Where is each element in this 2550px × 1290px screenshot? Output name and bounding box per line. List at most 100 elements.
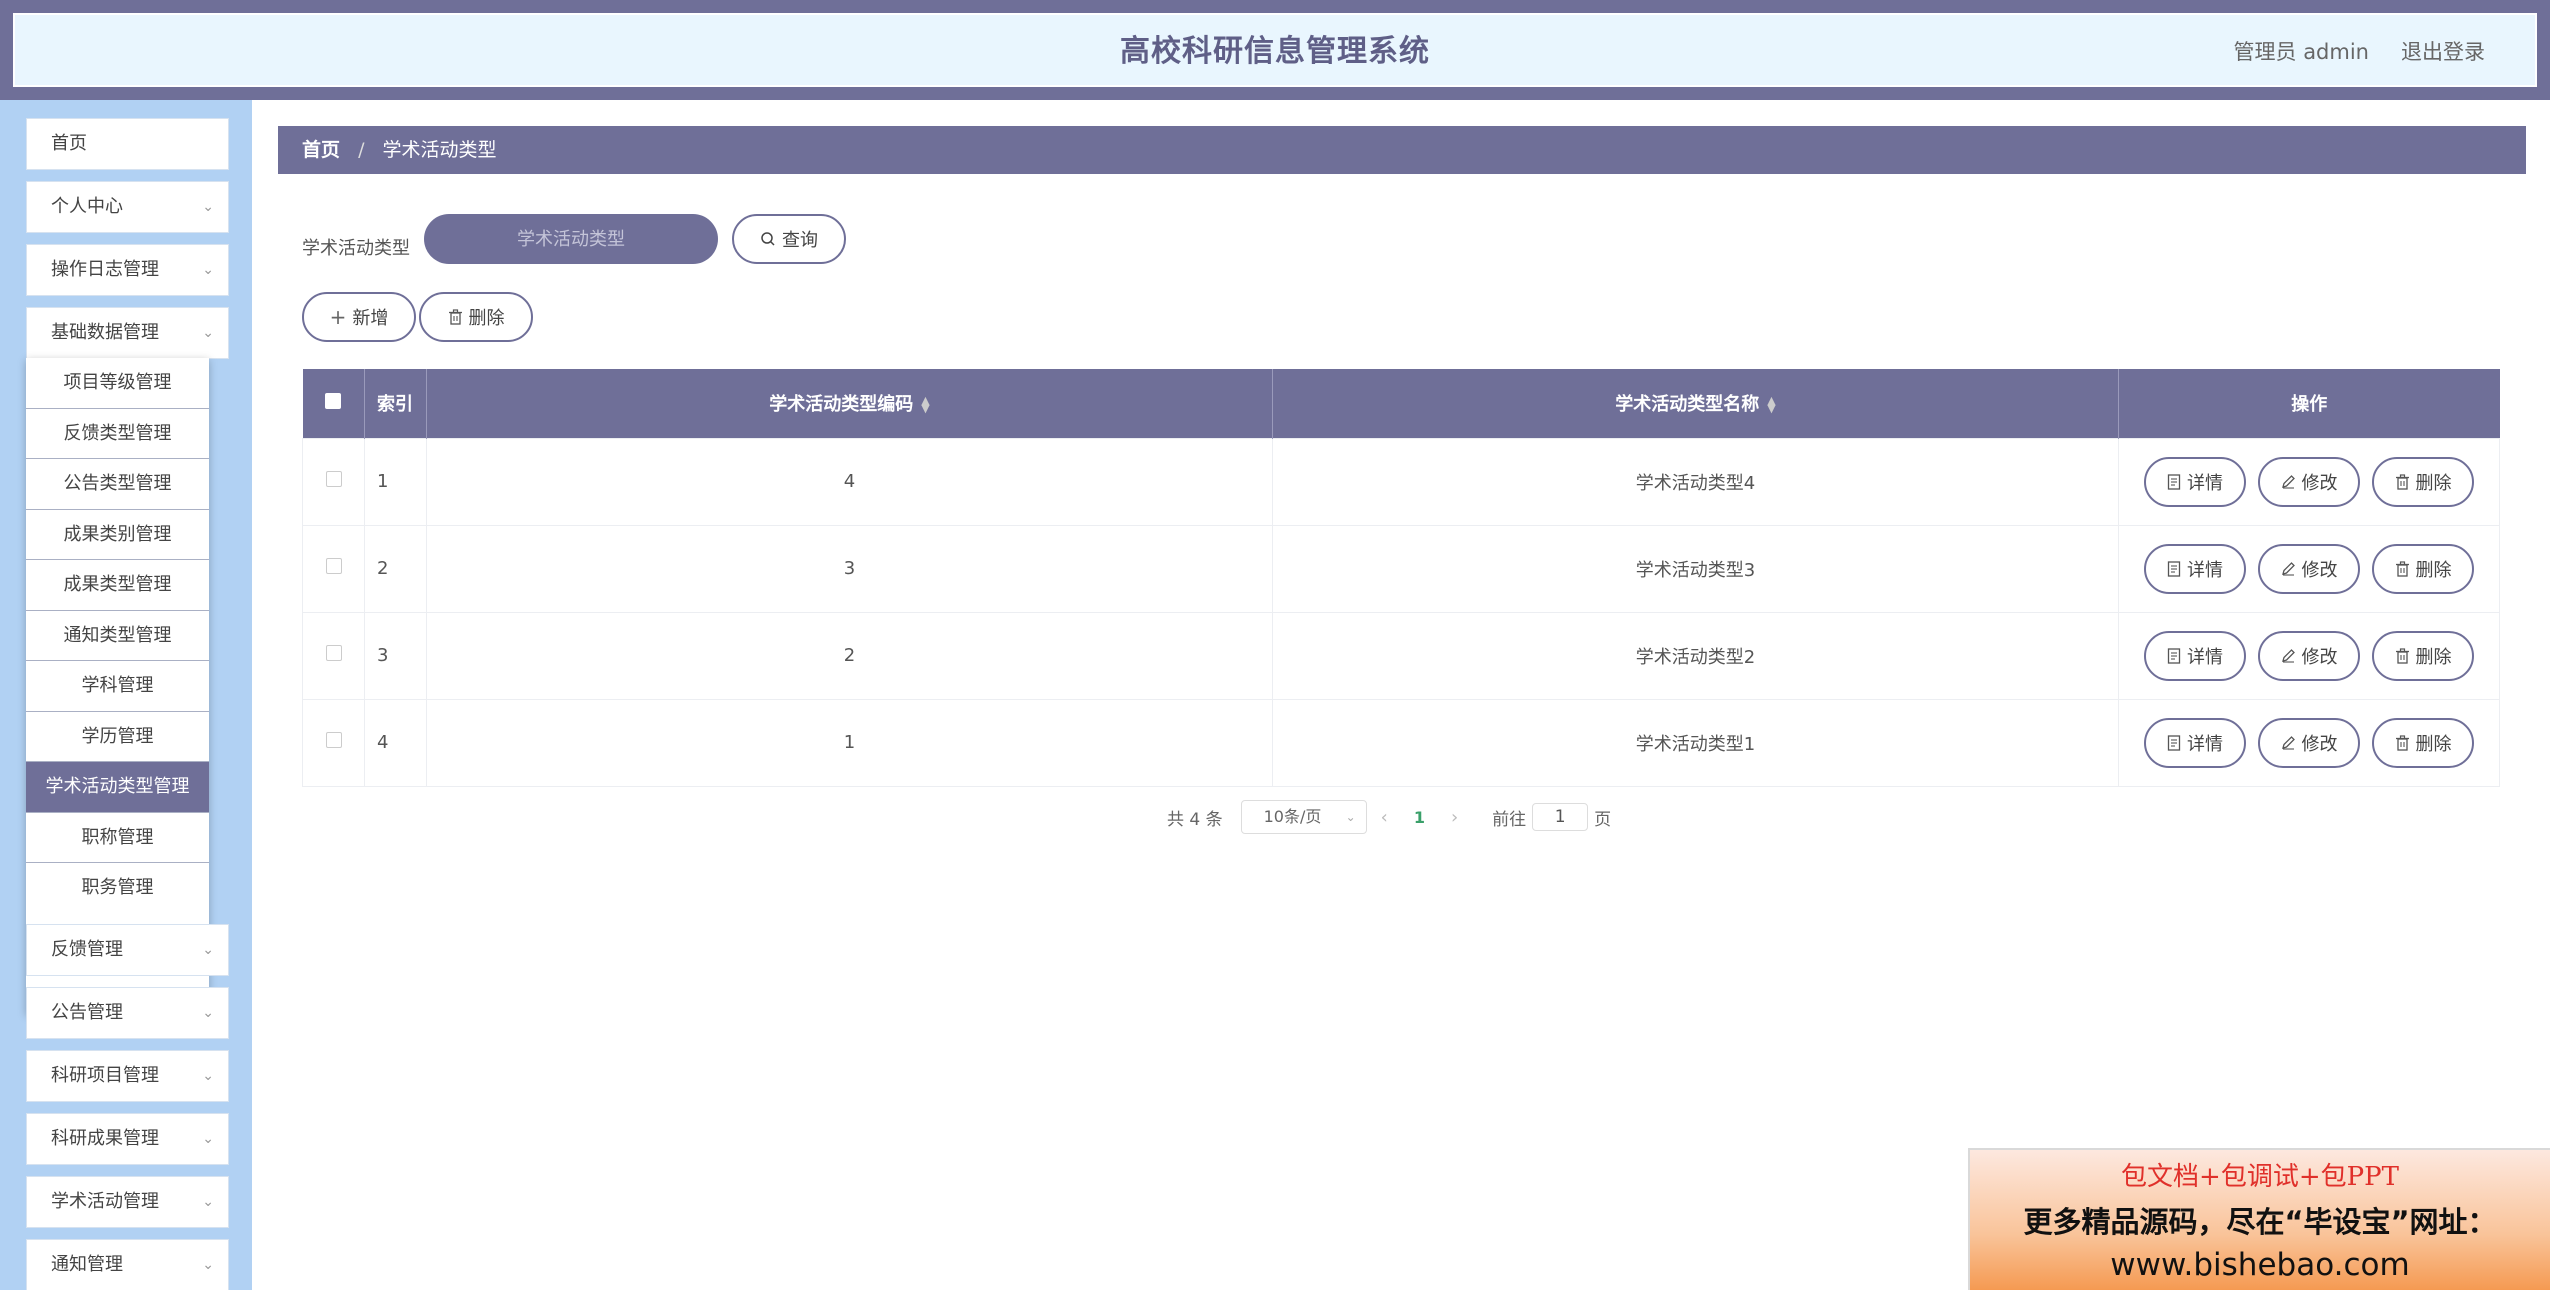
chevron-down-icon: ⌄ — [202, 1068, 214, 1084]
sidebar-item-label: 学术活动管理 — [51, 1191, 159, 1212]
chevron-down-icon: ⌄ — [202, 325, 214, 341]
edit-label: 修改 — [2301, 646, 2338, 668]
row-ops: 详情 修改 删除 — [2118, 698, 2500, 787]
col-name[interactable]: 学术活动类型名称 ▲ ▼ — [1272, 369, 2119, 438]
submenu-item-education[interactable]: 学历管理 — [26, 712, 209, 762]
submenu-item-achievement-type[interactable]: 成果类型管理 — [26, 560, 209, 611]
row-index: 3 — [364, 611, 427, 700]
sidebar-item-label: 科研项目管理 — [51, 1065, 159, 1086]
sidebar-item-label: 反馈管理 — [51, 939, 123, 960]
sort-icon: ▲ ▼ — [1767, 394, 1776, 416]
sidebar-item-basic-data[interactable]: 基础数据管理 ⌄ — [26, 307, 229, 359]
trash-icon — [2395, 734, 2409, 751]
sidebar-item-notification[interactable]: 通知管理 ⌄ — [26, 1239, 229, 1290]
col-code-label: 学术活动类型编码 — [769, 394, 914, 416]
document-icon — [2167, 473, 2181, 490]
add-button[interactable]: + 新增 — [302, 292, 416, 342]
ad-line-1: 包文档+包调试+包PPT — [2121, 1162, 2399, 1192]
row-index: 2 — [364, 524, 427, 613]
delete-label: 删除 — [2415, 472, 2452, 494]
submenu-item-project-level[interactable]: 项目等级管理 — [26, 358, 209, 409]
row-ops: 详情 修改 删除 — [2118, 437, 2500, 526]
delete-button[interactable]: 删除 — [2372, 456, 2474, 507]
delete-button[interactable]: 删除 — [2372, 717, 2474, 768]
col-index: 索引 — [364, 369, 427, 438]
table-header-row: 索引 学术活动类型编码 ▲ ▼ 学术活动类型名称 ▲ ▼ 操作 — [302, 369, 2500, 438]
chevron-down-icon: ⌄ — [202, 262, 214, 278]
plus-icon: + — [329, 305, 347, 329]
query-button[interactable]: 查询 — [732, 214, 846, 264]
row-checkbox[interactable] — [325, 645, 342, 661]
edit-button[interactable]: 修改 — [2258, 630, 2360, 681]
sidebar-item-academic-activity[interactable]: 学术活动管理 ⌄ — [26, 1176, 229, 1228]
submenu-item-feedback-type[interactable]: 反馈类型管理 — [26, 409, 209, 459]
submenu-item-position[interactable]: 职务管理 — [26, 863, 209, 914]
edit-icon — [2281, 562, 2295, 576]
batch-delete-button[interactable]: 删除 — [419, 292, 533, 342]
sidebar-item-operation-log[interactable]: 操作日志管理 ⌄ — [26, 244, 229, 296]
page-size-select[interactable]: 10条/页 ⌄ — [1240, 800, 1367, 834]
sidebar: 首页 个人中心 ⌄ 操作日志管理 ⌄ 基础数据管理 ⌄ 项目等级管理 反馈类型管… — [0, 100, 252, 1290]
next-page-icon[interactable]: › — [1451, 807, 1458, 828]
page-number[interactable]: 1 — [1414, 808, 1425, 827]
breadcrumb-home[interactable]: 首页 — [302, 139, 340, 161]
chevron-down-icon: ⌄ — [202, 1005, 214, 1021]
app-header: 高校科研信息管理系统 管理员 admin 退出登录 — [13, 13, 2537, 87]
sidebar-item-feedback[interactable]: 反馈管理 ⌄ — [26, 924, 229, 976]
edit-button[interactable]: 修改 — [2258, 456, 2360, 507]
row-checkbox[interactable] — [325, 558, 342, 574]
ad-banner: 包文档+包调试+包PPT 更多精品源码，尽在“毕设宝”网址： www.bishe… — [1968, 1148, 2550, 1290]
prev-page-icon[interactable]: ‹ — [1381, 807, 1388, 828]
row-checkbox[interactable] — [325, 732, 342, 748]
app-title: 高校科研信息管理系统 — [1120, 34, 1430, 69]
chevron-down-icon: ⌄ — [202, 199, 214, 215]
search-input[interactable] — [424, 214, 718, 264]
submenu-item-achievement-category[interactable]: 成果类别管理 — [26, 510, 209, 560]
trash-icon — [2395, 647, 2409, 664]
select-all-checkbox[interactable] — [325, 392, 342, 409]
row-checkbox[interactable] — [325, 471, 342, 487]
edit-button[interactable]: 修改 — [2258, 717, 2360, 768]
edit-label: 修改 — [2301, 472, 2338, 494]
col-code[interactable]: 学术活动类型编码 ▲ ▼ — [426, 369, 1273, 438]
submenu-item-notice-type[interactable]: 公告类型管理 — [26, 459, 209, 510]
search-label: 学术活动类型 — [302, 238, 410, 259]
sidebar-item-label: 科研成果管理 — [51, 1128, 159, 1149]
table-row: 3 2 学术活动类型2 详情 修改 删除 — [302, 611, 2500, 700]
sidebar-item-personal-center[interactable]: 个人中心 ⌄ — [26, 181, 229, 233]
delete-button[interactable]: 删除 — [2372, 630, 2474, 681]
row-checkbox-cell — [302, 611, 365, 700]
table-row: 2 3 学术活动类型3 详情 修改 删除 — [302, 524, 2500, 613]
submenu-item-academic-activity-type[interactable]: 学术活动类型管理 — [26, 762, 209, 813]
row-ops: 详情 修改 删除 — [2118, 611, 2500, 700]
chevron-down-icon: ⌄ — [1345, 810, 1356, 824]
trash-icon — [448, 309, 462, 325]
sidebar-item-label: 首页 — [51, 133, 87, 154]
submenu-item-notification-type[interactable]: 通知类型管理 — [26, 611, 209, 661]
delete-button[interactable]: 删除 — [2372, 543, 2474, 594]
table-row: 1 4 学术活动类型4 详情 修改 删除 — [302, 437, 2500, 526]
logout-link[interactable]: 退出登录 — [2401, 15, 2485, 89]
row-code: 2 — [426, 611, 1273, 700]
detail-button[interactable]: 详情 — [2144, 456, 2246, 507]
pagination: 共 4 条 10条/页 ⌄ ‹ 1 › 前往 页 — [1167, 800, 1611, 834]
sidebar-item-research-project[interactable]: 科研项目管理 ⌄ — [26, 1050, 229, 1102]
sidebar-item-label: 公告管理 — [51, 1002, 123, 1023]
delete-label: 删除 — [2415, 646, 2452, 668]
table-row: 4 1 学术活动类型1 详情 修改 删除 — [302, 698, 2500, 787]
breadcrumb-separator: / — [358, 139, 365, 161]
breadcrumb: 首页 / 学术活动类型 — [278, 126, 2526, 174]
submenu-item-job-title[interactable]: 职称管理 — [26, 813, 209, 863]
edit-button[interactable]: 修改 — [2258, 543, 2360, 594]
breadcrumb-current: 学术活动类型 — [382, 139, 497, 161]
detail-button[interactable]: 详情 — [2144, 630, 2246, 681]
sidebar-item-notice[interactable]: 公告管理 ⌄ — [26, 987, 229, 1039]
data-table: 索引 学术活动类型编码 ▲ ▼ 学术活动类型名称 ▲ ▼ 操作 1 4 学术活动类型4 … — [302, 369, 2500, 787]
chevron-down-icon: ⌄ — [202, 1257, 214, 1273]
detail-button[interactable]: 详情 — [2144, 717, 2246, 768]
submenu-item-discipline[interactable]: 学科管理 — [26, 661, 209, 712]
detail-button[interactable]: 详情 — [2144, 543, 2246, 594]
goto-page-input[interactable] — [1532, 803, 1589, 831]
sidebar-item-home[interactable]: 首页 — [26, 118, 229, 170]
sidebar-item-research-achievement[interactable]: 科研成果管理 ⌄ — [26, 1113, 229, 1165]
